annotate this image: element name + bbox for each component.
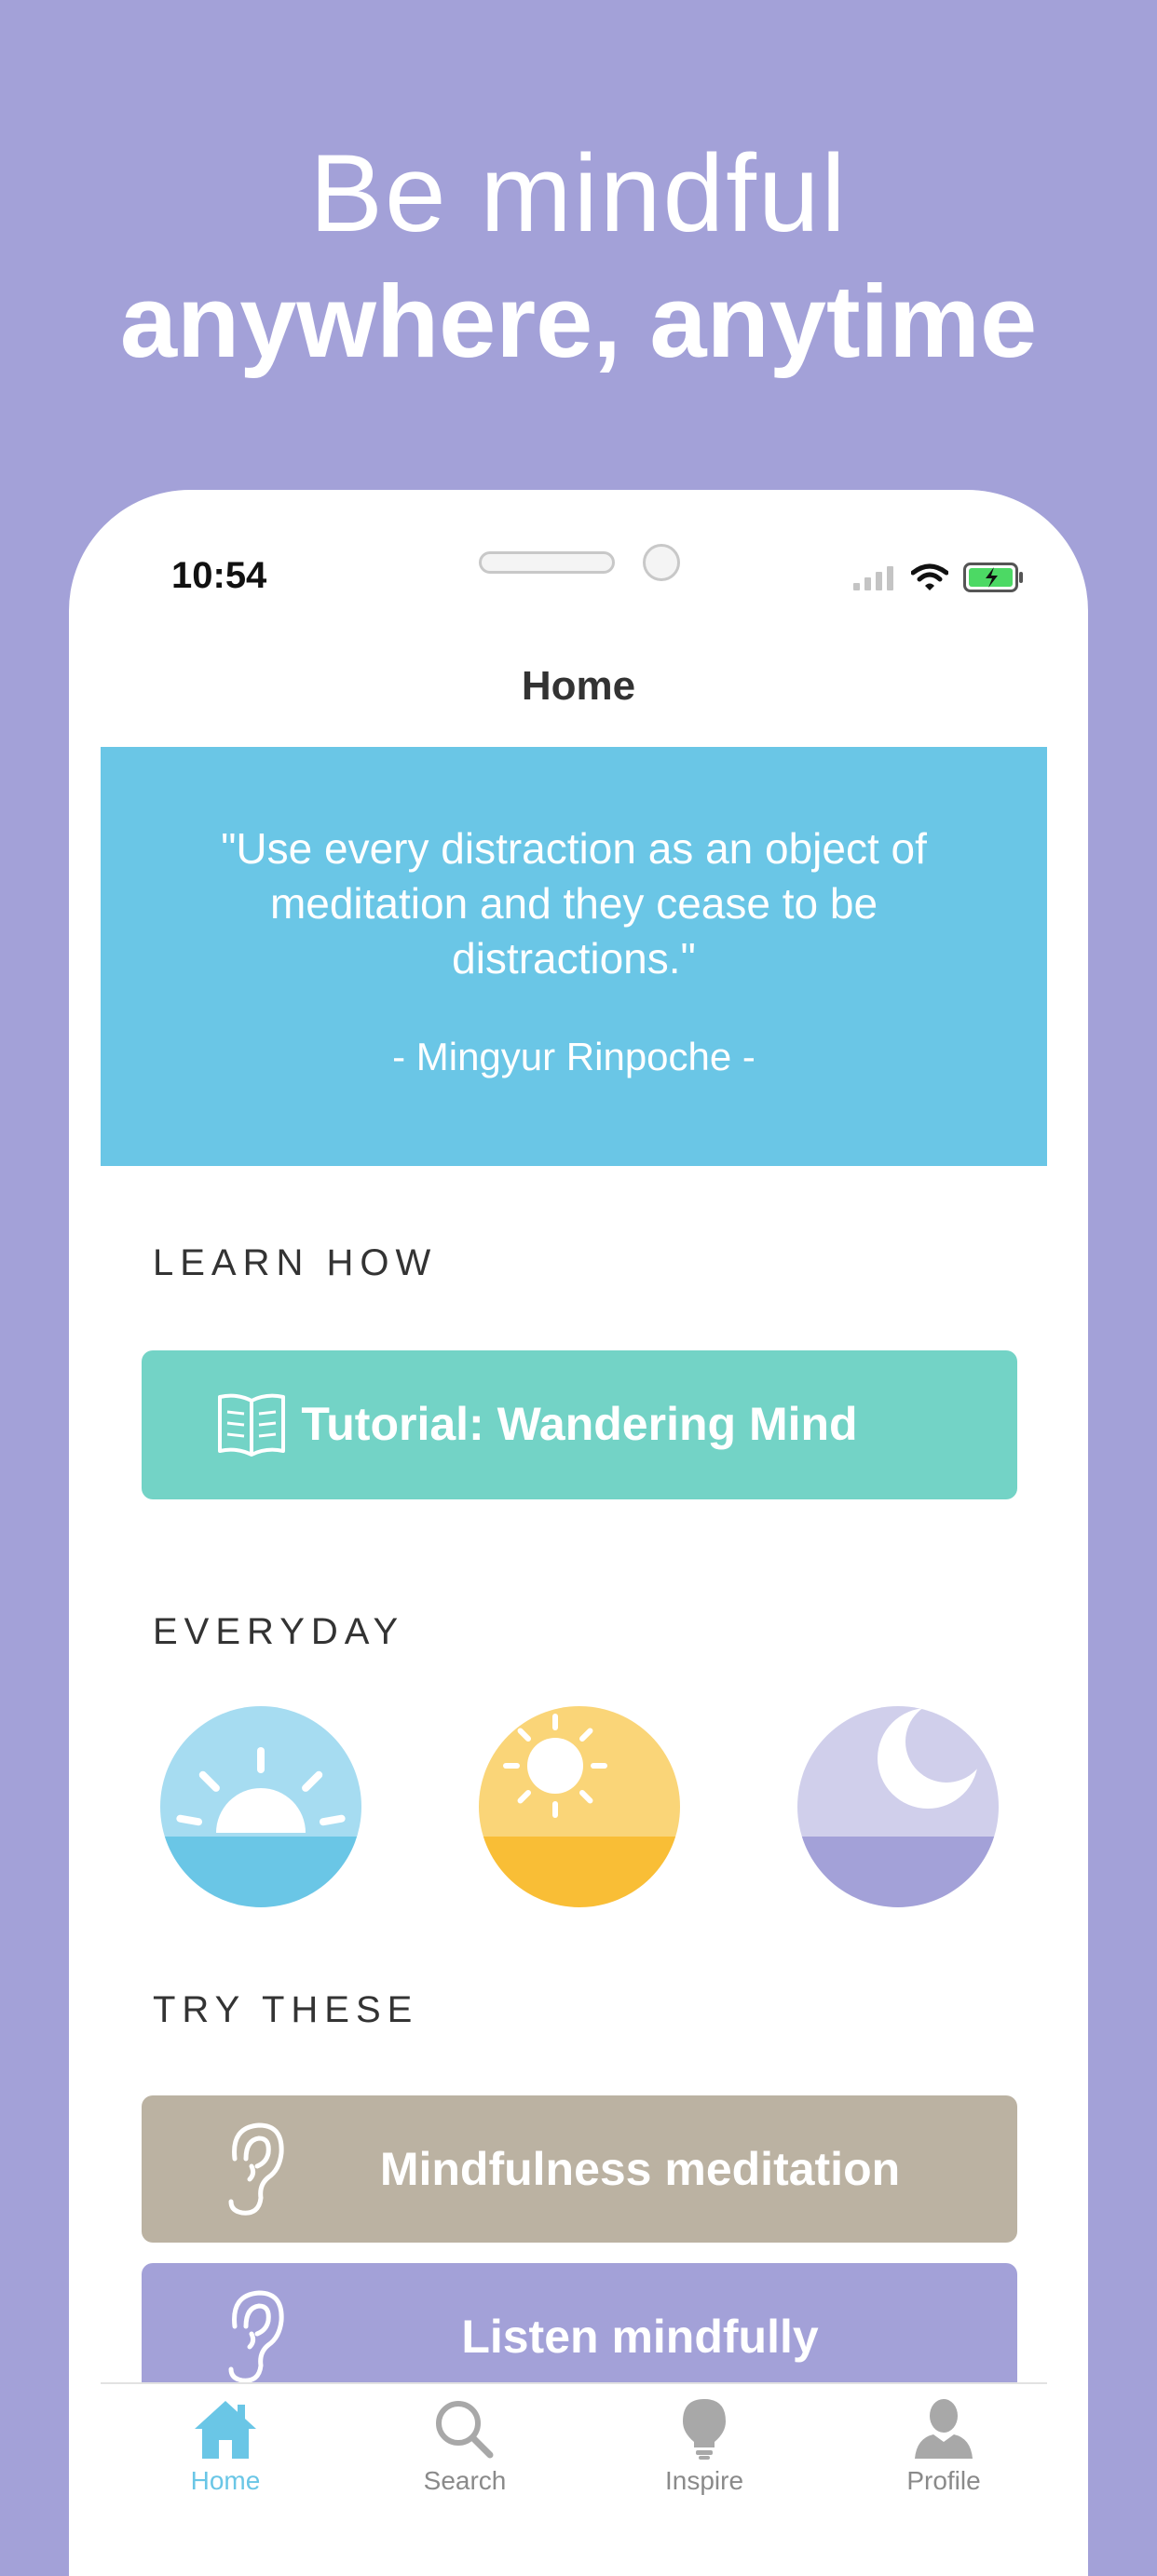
night-button[interactable] <box>797 1706 999 1907</box>
midday-button[interactable] <box>479 1706 680 1907</box>
mindfulness-meditation-label: Mindfulness meditation <box>379 2143 901 2195</box>
sunrise-icon <box>160 1706 361 1907</box>
lightbulb-icon <box>683 2399 726 2460</box>
tutorial-label: Tutorial: Wandering Mind <box>301 1398 858 1450</box>
search-icon <box>436 2401 494 2459</box>
wifi-icon <box>911 563 948 590</box>
tab-profile[interactable]: Profile <box>851 2397 1037 2496</box>
quote-text: "Use every distraction as an object of m… <box>221 824 927 983</box>
profile-icon <box>915 2399 973 2459</box>
tab-bar: Home Search Inspire Profile <box>101 2382 1047 2576</box>
tab-home[interactable]: Home <box>132 2397 319 2496</box>
headline-line2: anywhere, anytime <box>119 264 1038 379</box>
front-camera <box>643 544 680 581</box>
headline-line1: Be mindful <box>309 132 848 255</box>
phone-frame: 10:54 Home "Use every distraction as an … <box>69 490 1088 2576</box>
tab-search[interactable]: Search <box>372 2397 558 2496</box>
status-time: 10:54 <box>171 555 267 596</box>
tab-search-label: Search <box>423 2466 507 2495</box>
speaker-grille <box>479 551 615 574</box>
listen-mindfully-label: Listen mindfully <box>461 2311 819 2363</box>
quote-card: "Use every distraction as an object of m… <box>101 747 1047 1166</box>
sun-icon <box>479 1706 680 1907</box>
page-title: Home <box>521 663 636 709</box>
battery-icon <box>963 563 1023 592</box>
tab-inspire[interactable]: Inspire <box>611 2397 797 2496</box>
tab-profile-label: Profile <box>906 2466 981 2495</box>
section-label-try-these: TRY THESE <box>153 1989 419 2030</box>
mindfulness-meditation-button[interactable]: Mindfulness meditation <box>142 2095 1017 2243</box>
status-icons <box>853 563 1025 592</box>
tab-inspire-label: Inspire <box>664 2466 744 2495</box>
quote-author: - Mingyur Rinpoche - <box>392 1035 755 1078</box>
tutorial-button[interactable]: Tutorial: Wandering Mind <box>142 1350 1017 1499</box>
section-label-learn-how: LEARN HOW <box>153 1242 438 1283</box>
signal-icon <box>853 566 893 590</box>
section-label-everyday: EVERYDAY <box>153 1611 405 1652</box>
tab-home-label: Home <box>190 2466 261 2495</box>
moon-icon <box>797 1706 999 1907</box>
sunrise-button[interactable] <box>160 1706 361 1907</box>
home-icon <box>195 2401 256 2459</box>
